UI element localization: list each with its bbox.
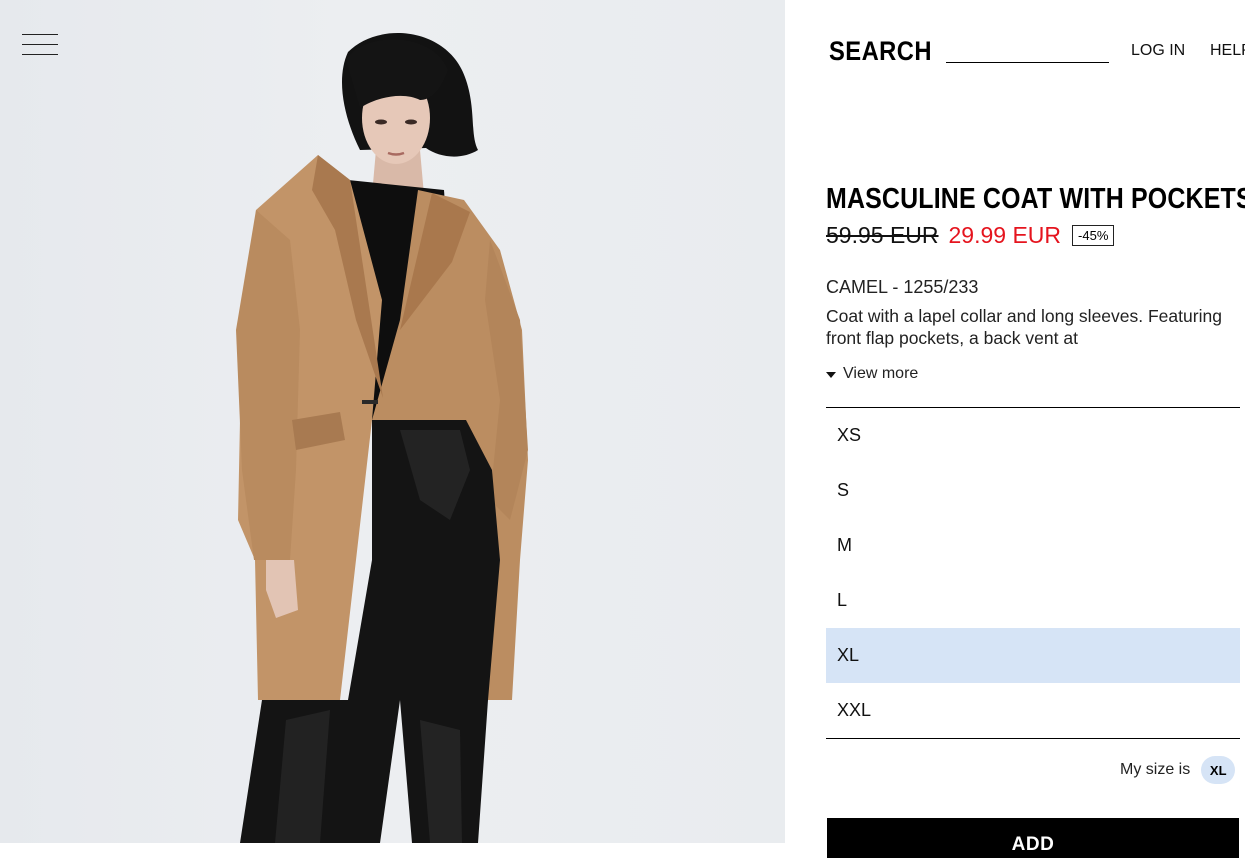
product-image[interactable] — [0, 0, 785, 843]
size-label: XL — [837, 645, 860, 665]
old-price: 59.95 EUR — [826, 222, 939, 248]
my-size-badge[interactable]: XL — [1201, 756, 1236, 784]
hamburger-menu-icon[interactable] — [22, 34, 58, 56]
sale-price: 29.99 EUR — [948, 222, 1062, 248]
size-option-s[interactable]: S — [826, 463, 1240, 518]
size-option-xl[interactable]: XL — [826, 628, 1240, 683]
add-to-cart-button[interactable]: ADD — [827, 818, 1239, 858]
size-option-xxl[interactable]: XXL — [826, 683, 1240, 738]
price-row: 59.95 EUR 29.99 EUR -45% — [826, 222, 1115, 249]
product-description: Coat with a lapel collar and long sleeve… — [826, 306, 1222, 348]
size-label: S — [837, 480, 850, 500]
size-option-l[interactable]: L — [826, 573, 1240, 628]
search-input[interactable] — [946, 44, 1109, 63]
caret-down-icon — [826, 371, 836, 378]
color-reference: CAMEL - 1255/233 — [826, 277, 979, 297]
size-label: XS — [837, 425, 862, 445]
model-photo-illustration — [236, 33, 528, 843]
size-selector: XS S M L XL XXL — [826, 407, 1240, 739]
size-label: XXL — [837, 700, 872, 720]
view-more-link[interactable]: View more — [826, 365, 918, 383]
size-label: M — [837, 535, 852, 555]
size-label: L — [837, 590, 848, 610]
discount-badge: -45% — [1072, 225, 1115, 246]
my-size-label: My size is — [1120, 761, 1191, 778]
help-link[interactable]: HELP — [1210, 42, 1245, 60]
search-label[interactable]: SEARCH — [829, 36, 932, 67]
my-size-indicator: My size is XL — [1120, 756, 1236, 784]
size-option-xs[interactable]: XS — [826, 408, 1240, 463]
product-title: MASCULINE COAT WITH POCKETS — [826, 183, 1245, 215]
login-link[interactable]: LOG IN — [1131, 42, 1185, 60]
size-option-m[interactable]: M — [826, 518, 1240, 573]
view-more-label: View more — [843, 365, 919, 382]
